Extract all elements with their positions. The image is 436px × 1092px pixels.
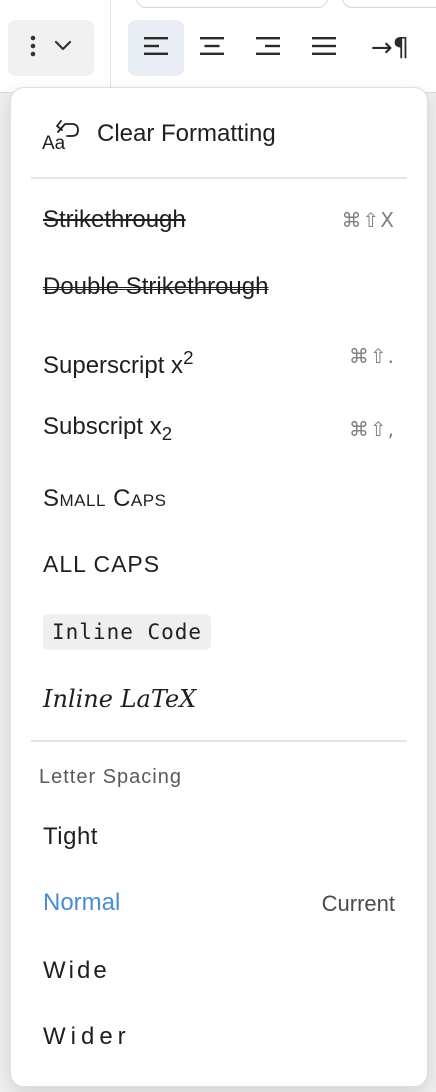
toolbar-control-fragment[interactable] (342, 0, 436, 8)
superscript-label-text: Superscript x (43, 352, 184, 379)
formatting-toolbar: →¶ (0, 0, 436, 93)
menu-divider (31, 177, 407, 179)
menu-item-label: Small Caps (43, 485, 167, 512)
menu-item-spacing-normal[interactable]: Normal Current (11, 875, 427, 931)
align-left-button[interactable] (128, 20, 184, 76)
menu-item-spacing-wide[interactable]: Wide (11, 943, 427, 999)
menu-item-label: Normal (43, 889, 121, 916)
current-indicator: Current (321, 891, 395, 916)
menu-item-spacing-wider[interactable]: Wider (11, 1009, 427, 1065)
menu-item-subscript[interactable]: Subscript x2 ⌘⇧, (11, 399, 427, 455)
align-left-icon (144, 36, 168, 60)
paragraph-direction-button[interactable]: →¶ (362, 20, 418, 76)
subscript-sample: 2 (161, 422, 173, 444)
menu-item-label: Strikethrough (43, 206, 186, 233)
toolbar-control-fragment[interactable] (136, 0, 328, 8)
vertical-ellipsis-icon (30, 35, 36, 62)
menu-item-double-strikethrough[interactable]: Double Strikethrough (11, 259, 427, 315)
menu-item-label: Clear Formatting (97, 120, 276, 147)
menu-item-label: Inline LaTeX (43, 685, 197, 713)
more-options-button[interactable] (8, 20, 94, 76)
shortcut-label: ⌘⇧. (348, 344, 395, 368)
align-right-icon (256, 36, 280, 60)
align-justify-button[interactable] (296, 20, 352, 76)
menu-item-inline-latex[interactable]: Inline LaTeX (11, 671, 427, 727)
menu-divider (31, 740, 407, 742)
menu-item-label: Inline Code (43, 614, 212, 650)
shortcut-label: ⌘⇧, (348, 417, 395, 441)
superscript-sample: 2 (183, 347, 194, 368)
menu-item-small-caps[interactable]: Small Caps (11, 471, 427, 527)
paragraph-indent-icon: →¶ (370, 33, 410, 63)
menu-item-label: Tight (43, 823, 98, 850)
chevron-down-icon (54, 39, 72, 57)
text-format-menu: Aa Clear Formatting Strikethrough ⌘⇧X Do… (10, 87, 428, 1087)
shortcut-label: ⌘⇧X (341, 208, 395, 232)
align-center-icon (200, 36, 224, 60)
menu-item-clear-formatting[interactable]: Aa Clear Formatting (11, 106, 427, 162)
svg-text:Aa: Aa (42, 133, 66, 152)
menu-item-spacing-tight[interactable]: Tight (11, 809, 427, 865)
align-right-button[interactable] (240, 20, 296, 76)
letter-spacing-heading: Letter Spacing (39, 766, 182, 788)
subscript-label-text: Subscript x (43, 413, 162, 440)
menu-item-superscript[interactable]: Superscript x2 ⌘⇧. (11, 330, 427, 386)
menu-item-all-caps[interactable]: ALL CAPS (11, 536, 427, 592)
menu-item-inline-code[interactable]: Inline Code (11, 606, 427, 662)
menu-item-label: Superscript x2 (43, 344, 193, 380)
clear-formatting-icon: Aa (41, 118, 81, 157)
menu-item-label: Wide (43, 957, 110, 984)
menu-item-label: Subscript x2 (43, 413, 172, 448)
align-center-button[interactable] (184, 20, 240, 76)
align-justify-icon (312, 36, 336, 60)
menu-item-label: Wider (43, 1023, 131, 1050)
menu-item-label: ALL CAPS (43, 551, 161, 577)
menu-item-label: Double Strikethrough (43, 273, 269, 300)
toolbar-separator (110, 0, 111, 92)
menu-item-strikethrough[interactable]: Strikethrough ⌘⇧X (11, 192, 427, 248)
